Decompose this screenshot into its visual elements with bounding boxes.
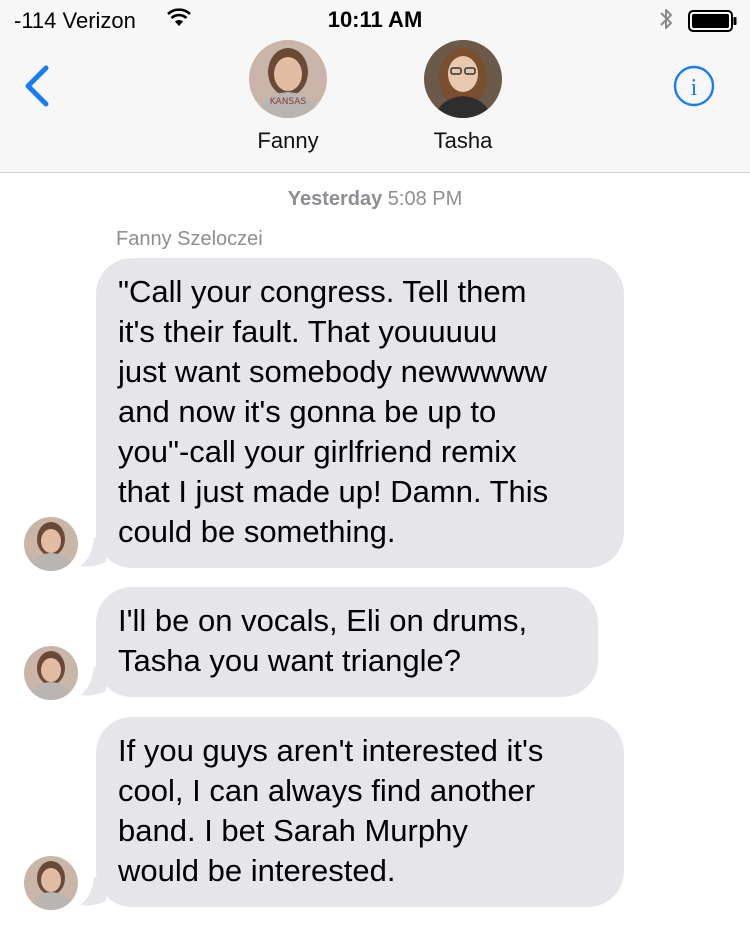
contact-name: Fanny	[257, 128, 319, 153]
contact-name: Tasha	[433, 128, 493, 153]
bubble-tail	[80, 667, 106, 696]
bubble-tail	[80, 538, 106, 567]
message-line: it's their fault. That youuuuu	[118, 314, 498, 349]
message-line: cool, I can always find another	[118, 773, 536, 808]
avatar: KANSAS	[249, 40, 327, 118]
avatar	[24, 517, 78, 571]
message-bubble[interactable]: If you guys aren't interested it's cool,…	[96, 717, 624, 907]
back-button[interactable]	[22, 64, 52, 113]
bubble-tail	[80, 877, 106, 906]
message-line: would be interested.	[118, 853, 396, 888]
message-line: and now it's gonna be up to	[118, 394, 497, 429]
sender-name: Fanny Szeloczei	[116, 228, 263, 250]
message-line: "Call your congress. Tell them	[118, 274, 527, 309]
battery-icon	[688, 10, 738, 38]
bluetooth-icon	[658, 6, 674, 38]
avatar	[24, 646, 78, 700]
message-line: I'll be on vocals, Eli on drums,	[118, 603, 528, 638]
svg-text:i: i	[691, 75, 698, 101]
message-line: that I just made up! Damn. This	[118, 474, 549, 509]
message-line: If you guys aren't interested it's	[118, 733, 544, 768]
message-line: band. I bet Sarah Murphy	[118, 813, 468, 848]
message-line: just want somebody newwwww	[118, 354, 548, 389]
chevron-left-icon	[25, 65, 49, 107]
message-timestamp: Yesterday 5:08 PM	[0, 188, 750, 211]
message-line: you"-call your girlfriend remix	[118, 434, 517, 469]
info-button[interactable]: i	[672, 64, 716, 113]
message-bubble[interactable]: "Call your congress. Tell them it's thei…	[96, 258, 624, 568]
message-bubble[interactable]: I'll be on vocals, Eli on drums, Tasha y…	[96, 587, 598, 697]
avatar	[424, 40, 502, 118]
contact-fanny[interactable]: KANSAS Fanny	[238, 40, 338, 154]
svg-text:KANSAS: KANSAS	[270, 97, 307, 107]
status-time: 10:11 AM	[327, 7, 423, 32]
contact-tasha[interactable]: Tasha	[413, 40, 513, 154]
timestamp-day: Yesterday	[287, 188, 383, 210]
message-line: could be something.	[118, 514, 396, 549]
header: -114 Verizon 10:11 AM KANSAS Fanny Tasha…	[0, 0, 750, 173]
timestamp-time: 5:08 PM	[387, 188, 463, 210]
message-line: Tasha you want triangle?	[118, 643, 461, 678]
avatar	[24, 856, 78, 910]
status-bar: -114 Verizon 10:11 AM	[0, 0, 750, 40]
info-icon: i	[673, 65, 715, 107]
